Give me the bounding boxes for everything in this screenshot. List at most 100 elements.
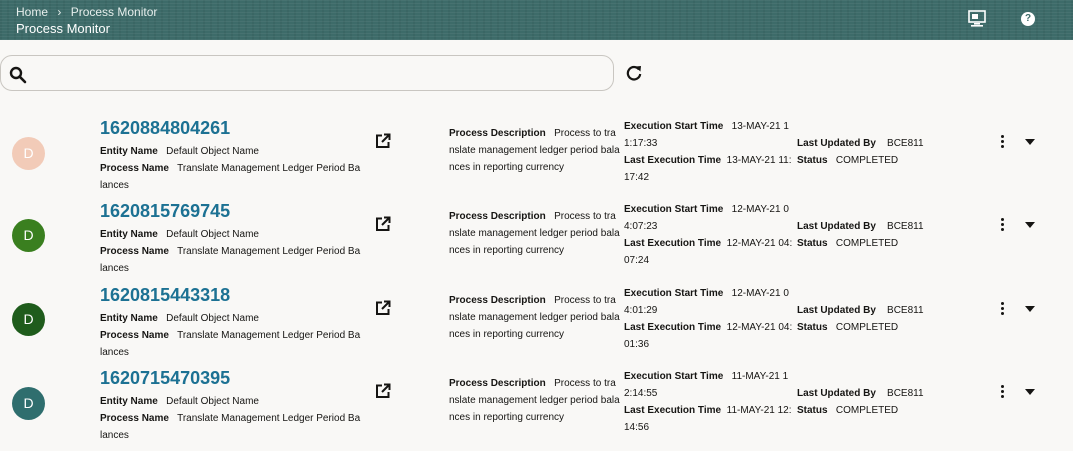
status-value: COMPLETED <box>835 405 899 416</box>
app-header: Home › Process Monitor Process Monitor ? <box>0 0 1073 40</box>
last-updated-by-value: BCE811 <box>887 138 924 149</box>
search-box <box>0 55 614 91</box>
process-id-link[interactable]: 1620815769745 <box>100 201 230 222</box>
help-icon[interactable]: ? <box>1021 12 1035 26</box>
avatar: D <box>12 137 45 170</box>
entity-name-value: Default Object Name <box>166 396 259 407</box>
process-name-label: Process Name <box>100 163 169 174</box>
search-input[interactable] <box>31 62 605 86</box>
process-id-link[interactable]: 1620715470395 <box>100 368 230 389</box>
status-label: Status <box>797 155 828 166</box>
last-updated-by-label: Last Updated By <box>797 388 876 399</box>
execution-start-field: Execution Start Time 13-MAY-21 11:17:33 <box>624 118 794 152</box>
process-description-label: Process Description <box>449 211 546 222</box>
open-external-icon[interactable] <box>375 216 391 232</box>
status-field: Status COMPLETED <box>797 402 898 419</box>
entity-name-field: Entity Name Default Object Name <box>100 310 259 327</box>
last-updated-by-field: Last Updated By BCE811 <box>797 135 924 152</box>
process-name-field: Process Name Translate Management Ledger… <box>100 160 362 194</box>
status-field: Status COMPLETED <box>797 235 898 252</box>
last-updated-by-value: BCE811 <box>887 305 924 316</box>
breadcrumb-home[interactable]: Home <box>16 5 48 19</box>
status-label: Status <box>797 238 828 249</box>
entity-name-label: Entity Name <box>100 146 158 157</box>
status-value: COMPLETED <box>835 238 899 249</box>
process-name-label: Process Name <box>100 413 169 424</box>
last-updated-by-value: BCE811 <box>887 388 924 399</box>
last-updated-by-field: Last Updated By BCE811 <box>797 218 924 235</box>
expand-caret-icon[interactable] <box>1025 389 1035 395</box>
execution-start-field: Execution Start Time 12-MAY-21 04:01:29 <box>624 285 794 319</box>
process-description-field: Process Description Process to translate… <box>449 208 621 259</box>
status-field: Status COMPLETED <box>797 152 898 169</box>
execution-start-label: Execution Start Time <box>624 288 724 299</box>
execution-start-label: Execution Start Time <box>624 121 724 132</box>
entity-name-field: Entity Name Default Object Name <box>100 393 259 410</box>
execution-start-label: Execution Start Time <box>624 371 724 382</box>
more-actions-icon[interactable] <box>1000 135 1006 150</box>
execution-start-field: Execution Start Time 11-MAY-21 12:14:55 <box>624 368 794 402</box>
expand-caret-icon[interactable] <box>1025 222 1035 228</box>
search-icon <box>9 66 27 84</box>
last-execution-label: Last Execution Time <box>624 155 722 166</box>
breadcrumb-separator: › <box>57 5 62 19</box>
more-actions-icon[interactable] <box>1000 218 1006 233</box>
last-execution-field: Last Execution Time 11-MAY-21 12:14:56 <box>624 402 794 436</box>
process-name-field: Process Name Translate Management Ledger… <box>100 327 362 361</box>
process-name-label: Process Name <box>100 330 169 341</box>
status-label: Status <box>797 322 828 333</box>
process-name-label: Process Name <box>100 246 169 257</box>
last-updated-by-field: Last Updated By BCE811 <box>797 385 924 402</box>
process-description-label: Process Description <box>449 295 546 306</box>
entity-name-label: Entity Name <box>100 229 158 240</box>
last-execution-field: Last Execution Time 12-MAY-21 04:01:36 <box>624 319 794 353</box>
entity-name-field: Entity Name Default Object Name <box>100 143 259 160</box>
process-description-field: Process Description Process to translate… <box>449 292 621 343</box>
process-row: D 1620715470395 Entity Name Default Obje… <box>0 368 1073 451</box>
expand-caret-icon[interactable] <box>1025 139 1035 145</box>
avatar: D <box>12 303 45 336</box>
last-updated-by-field: Last Updated By BCE811 <box>797 302 924 319</box>
process-description-label: Process Description <box>449 128 546 139</box>
open-external-icon[interactable] <box>375 383 391 399</box>
status-value: COMPLETED <box>835 322 899 333</box>
execution-start-field: Execution Start Time 12-MAY-21 04:07:23 <box>624 201 794 235</box>
last-execution-label: Last Execution Time <box>624 322 722 333</box>
entity-name-label: Entity Name <box>100 396 158 407</box>
open-external-icon[interactable] <box>375 133 391 149</box>
refresh-icon[interactable] <box>625 64 643 82</box>
process-name-field: Process Name Translate Management Ledger… <box>100 410 362 444</box>
process-description-field: Process Description Process to translate… <box>449 125 621 176</box>
status-field: Status COMPLETED <box>797 319 898 336</box>
page-title: Process Monitor <box>16 21 110 36</box>
entity-name-value: Default Object Name <box>166 313 259 324</box>
monitor-icon[interactable] <box>968 10 986 27</box>
last-updated-by-label: Last Updated By <box>797 305 876 316</box>
breadcrumb: Home › Process Monitor <box>16 5 157 19</box>
last-execution-field: Last Execution Time 12-MAY-21 04:07:24 <box>624 235 794 269</box>
last-execution-field: Last Execution Time 13-MAY-21 11:17:42 <box>624 152 794 186</box>
last-updated-by-label: Last Updated By <box>797 138 876 149</box>
status-label: Status <box>797 405 828 416</box>
expand-caret-icon[interactable] <box>1025 306 1035 312</box>
last-execution-label: Last Execution Time <box>624 238 722 249</box>
more-actions-icon[interactable] <box>1000 385 1006 400</box>
process-row: D 1620815769745 Entity Name Default Obje… <box>0 201 1073 284</box>
avatar: D <box>12 387 45 420</box>
execution-start-label: Execution Start Time <box>624 204 724 215</box>
breadcrumb-current: Process Monitor <box>70 5 158 19</box>
process-row: D 1620884804261 Entity Name Default Obje… <box>0 118 1073 201</box>
last-updated-by-value: BCE811 <box>887 221 924 232</box>
process-row: D 1620815443318 Entity Name Default Obje… <box>0 285 1073 368</box>
entity-name-label: Entity Name <box>100 313 158 324</box>
process-name-field: Process Name Translate Management Ledger… <box>100 243 362 277</box>
more-actions-icon[interactable] <box>1000 302 1006 317</box>
process-id-link[interactable]: 1620815443318 <box>100 285 230 306</box>
entity-name-field: Entity Name Default Object Name <box>100 226 259 243</box>
last-execution-label: Last Execution Time <box>624 405 722 416</box>
process-id-link[interactable]: 1620884804261 <box>100 118 230 139</box>
process-description-label: Process Description <box>449 378 546 389</box>
entity-name-value: Default Object Name <box>166 229 259 240</box>
open-external-icon[interactable] <box>375 300 391 316</box>
last-updated-by-label: Last Updated By <box>797 221 876 232</box>
